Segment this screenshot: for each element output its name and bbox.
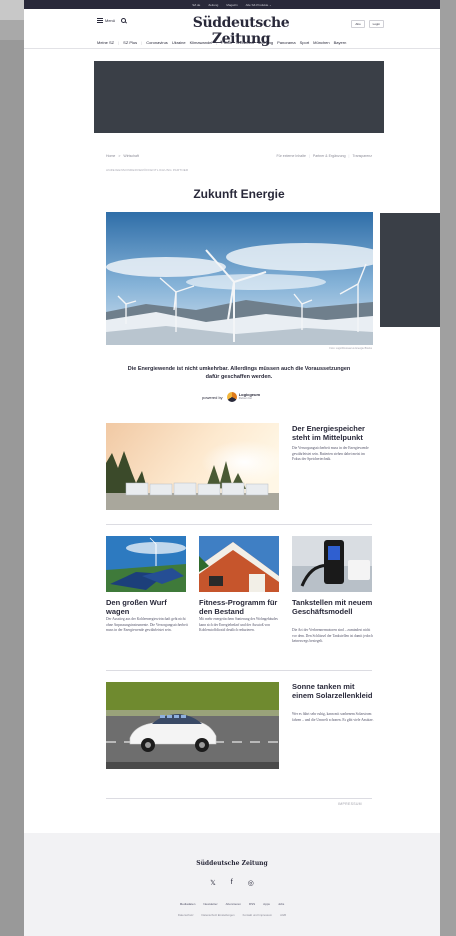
footer-links: Mediadaten Newsletter Abonnieren RSS App… [24,902,440,906]
top-strip: SZ.de Zeitung Magazin Alle SZ-Produkte ⌄ [24,0,440,9]
card-text: Mit mehr energetischem Sanierung des Woh… [199,617,278,632]
card-image-house[interactable] [199,536,279,592]
breadcrumb-separator: > [118,154,121,158]
footer-link[interactable]: Mediadaten [180,902,196,906]
info-link[interactable]: Transparenz [352,154,372,158]
footer-logo[interactable]: Süddeutsche Zeitung [24,860,440,867]
legal-link[interactable]: Kontakt und Impressum [243,913,273,917]
legal-link[interactable]: Datenschutz Einstellungen [201,913,234,917]
section-divider [106,524,372,525]
footer-link[interactable]: Apps [263,902,270,906]
breadcrumb: Home > Wirtschaft Für externe Inhalte | … [106,154,372,158]
footer-link[interactable]: Jobs [278,902,284,906]
partner-sub: Partner rüst [238,397,252,400]
browser-left-gutter [0,0,24,936]
topbar-item[interactable]: SZ.de [192,3,200,7]
card-text: Der Ausstieg aus der Kohleenergiewirtsch… [106,617,188,632]
footer-social: 𝕏 f ◎ [24,879,440,887]
page: SZ.de Zeitung Magazin Alle SZ-Produkte ⌄… [24,0,440,936]
section-divider [106,798,372,799]
nav-item[interactable]: SZ Plus [123,40,137,45]
hamburger-icon [97,18,103,23]
powered-by-label: powered by [202,394,223,400]
footer-link[interactable]: Newsletter [203,902,217,906]
ad-sidebar[interactable] [380,213,440,327]
menu-label: Menü [105,18,116,23]
site-footer: Süddeutsche Zeitung 𝕏 f ◎ Mediadaten New… [24,833,440,936]
footer-link[interactable]: RSS [249,902,255,906]
nav-item[interactable]: München [313,40,329,45]
impressum-link[interactable]: IMPRESSUM [338,802,362,806]
abo-link[interactable]: Abo [351,20,365,28]
footer-legal: Datenschutz Datenschutz Einstellungen Ko… [24,913,440,917]
card-headline[interactable]: Fitness-Programm für den Bestand [199,598,281,616]
nav-item[interactable]: Bayern [334,40,347,45]
feature-headline[interactable]: Der Energiespeicher steht im Mittelpunkt [292,424,374,442]
page-title: Zukunft Energie [193,187,285,201]
search-icon[interactable] [121,18,127,23]
browser-right-gutter [440,0,456,936]
topbar-item[interactable]: Zeitung [208,3,218,7]
sponsored-disclaimer: ANZEIGENSONDERVERÖFFENTLICHUNG PARTNER [106,168,189,172]
card-text: Die Art der Verbrennermotoren sind – zum… [292,628,373,643]
info-link[interactable]: Partner & Ergänzung [313,154,346,158]
partner-logo[interactable]: Logicgeum Partner rüst [226,392,260,402]
bottom-feature-text: Wer es fährt sehr ruhig, kann mit sonben… [292,712,374,722]
login-link[interactable]: Login [368,20,384,28]
legal-link[interactable]: Datenschutz [178,913,194,917]
bottom-feature-headline[interactable]: Sonne tanken mit einem Solarzellenkleid [292,682,374,700]
twitter-icon[interactable]: 𝕏 [210,879,216,887]
nav-item[interactable]: Coronavirus [146,40,168,45]
facebook-icon[interactable]: f [231,879,233,887]
hero-caption: Foto: Logo/Dinosaurus Energie Blocks [329,347,372,350]
menu-button[interactable]: Menü [97,18,127,23]
lead-text: Die Energiewende ist nicht umkehrbar. Al… [127,366,351,380]
card-image-solar[interactable] [106,536,186,592]
feature-image[interactable] [106,423,279,510]
card-image-charging[interactable] [292,536,372,592]
powered-by: powered by Logicgeum Partner rüst [202,392,260,402]
instagram-icon[interactable]: ◎ [248,879,254,887]
partner-logo-icon [226,392,237,402]
nav-item[interactable]: Meine SZ [97,40,114,45]
topbar-item[interactable]: Alle SZ-Produkte ⌄ [246,3,272,7]
header-actions: Abo Login [351,20,384,28]
info-link[interactable]: Für externe Inhalte [277,154,306,158]
bottom-feature-image[interactable] [106,682,279,769]
card-headline[interactable]: Den großen Wurf wagen [106,598,188,616]
site-header: Menü Süddeutsche Zeitung Abo Login [24,9,440,47]
footer-link[interactable]: Abonnieren [226,902,241,906]
legal-link[interactable]: AGB [280,913,286,917]
breadcrumb-home[interactable]: Home [106,154,115,158]
hero-image [106,212,373,345]
site-logo[interactable]: Süddeutsche Zeitung [171,15,311,47]
feature-text: Die Versorgungssicherheit muss in der En… [292,446,369,461]
ad-banner[interactable] [94,61,384,133]
card-headline[interactable]: Tankstellen mit neuem Geschäftsmodell [292,598,374,616]
topbar-item[interactable]: Magazin [226,3,237,7]
breadcrumb-section[interactable]: Wirtschaft [123,154,139,158]
section-divider [106,670,372,671]
